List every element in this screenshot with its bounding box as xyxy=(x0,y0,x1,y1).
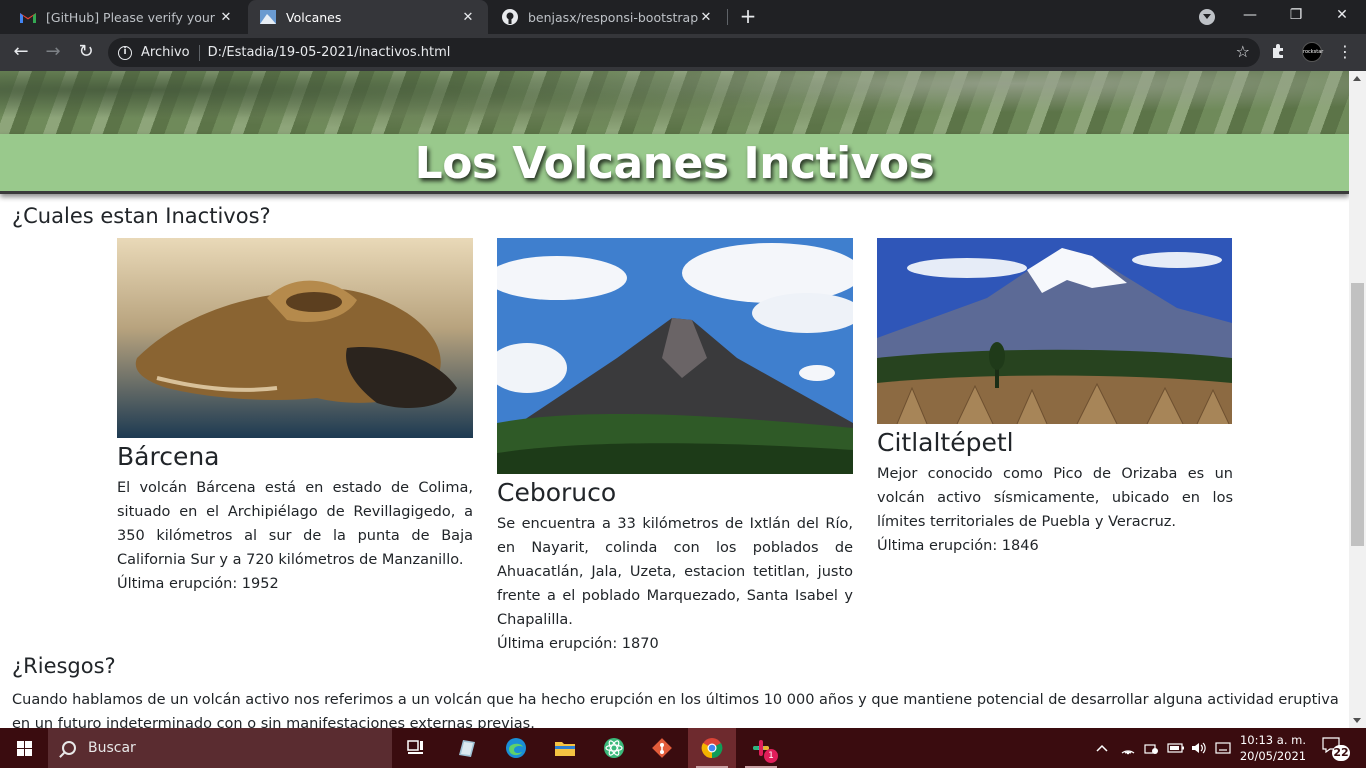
hero-landscape-image xyxy=(0,71,1349,134)
clock-time: 10:13 a. m. xyxy=(1239,733,1306,747)
volcano-favicon-icon xyxy=(260,9,276,25)
minimize-button[interactable]: — xyxy=(1227,0,1273,30)
search-icon xyxy=(62,741,76,755)
address-bar[interactable]: i Archivo D:/Estadia/19-05-2021/inactivo… xyxy=(108,38,1260,67)
reload-button[interactable]: ↻ xyxy=(73,40,99,66)
volcano-card: Ceboruco Se encuentra a 33 kilómetros de… xyxy=(497,238,853,656)
volume-icon[interactable] xyxy=(1190,728,1208,768)
browser-menu-icon[interactable]: ⋮ xyxy=(1337,42,1353,62)
volcano-description: Mejor conocido como Pico de Orizaba es u… xyxy=(877,466,1233,530)
page-viewport: Los Volcanes Inctivos ¿Cuales estan Inac… xyxy=(0,71,1349,728)
taskbar-app-edge[interactable] xyxy=(492,728,540,768)
scroll-up-arrow-icon[interactable] xyxy=(1353,76,1361,81)
barcena-image xyxy=(117,238,473,438)
taskbar-app-explorer[interactable] xyxy=(541,728,589,768)
scroll-down-arrow-icon[interactable] xyxy=(1353,718,1361,723)
citlaltepetl-image xyxy=(877,238,1233,424)
task-view-icon xyxy=(407,740,423,754)
notification-count-badge: 22 xyxy=(1332,745,1350,761)
close-window-button[interactable]: ✕ xyxy=(1319,0,1365,30)
forward-button[interactable]: → xyxy=(40,40,66,66)
tray-overflow-chevron[interactable] xyxy=(1095,728,1109,768)
battery-icon[interactable] xyxy=(1167,728,1185,768)
tab-title: [GitHub] Please verify your device xyxy=(46,9,218,25)
tab-github[interactable]: benjasx/responsi-bootstrap ✕ xyxy=(490,0,726,34)
scroll-thumb[interactable] xyxy=(1351,283,1364,546)
new-tab-button[interactable]: + xyxy=(737,5,759,29)
file-chip[interactable]: Archivo xyxy=(141,45,190,60)
clock-date: 20/05/2021 xyxy=(1239,749,1307,763)
task-view-button[interactable] xyxy=(392,728,440,768)
tab-search-icon[interactable] xyxy=(1199,9,1215,25)
tab-title: benjasx/responsi-bootstrap xyxy=(528,9,698,25)
url-text[interactable]: D:/Estadia/19-05-2021/inactivos.html xyxy=(208,45,451,60)
notes-app-icon xyxy=(459,740,475,757)
close-tab-icon[interactable]: ✕ xyxy=(218,10,234,25)
section-risks-heading: ¿Riesgos? xyxy=(12,654,116,678)
tab-title: Volcanes xyxy=(286,9,342,25)
taskbar-app-notes[interactable] xyxy=(442,728,490,768)
ime-icon[interactable] xyxy=(1215,728,1231,768)
folder-icon xyxy=(555,742,575,756)
restore-button[interactable]: ❐ xyxy=(1273,0,1319,30)
tab-separator xyxy=(727,9,728,25)
browser-toolbar: ← → ↻ i Archivo D:/Estadia/19-05-2021/in… xyxy=(0,34,1366,71)
bookmark-star-icon[interactable]: ☆ xyxy=(1236,42,1250,61)
extensions-icon[interactable] xyxy=(1270,43,1288,61)
gmail-icon xyxy=(20,9,36,25)
last-eruption: Última erupción: 1846 xyxy=(877,538,1039,554)
last-eruption: Última erupción: 1952 xyxy=(117,576,279,592)
taskbar-app-gitkraken[interactable] xyxy=(638,728,686,768)
back-button[interactable]: ← xyxy=(8,40,34,66)
windows-taskbar: Buscar 1 10:13 a. m. 20/05/2021 22 xyxy=(0,728,1366,768)
ceboruco-image xyxy=(497,238,853,474)
close-tab-icon[interactable]: ✕ xyxy=(698,10,714,25)
edge-icon xyxy=(506,738,526,758)
section-inactive-heading: ¿Cuales estan Inactivos? xyxy=(12,204,271,228)
volcano-description: Se encuentra a 33 kilómetros de Ixtlán d… xyxy=(497,516,853,628)
tab-gmail[interactable]: [GitHub] Please verify your device ✕ xyxy=(8,0,246,34)
profile-avatar[interactable]: rockstar xyxy=(1302,42,1323,62)
close-tab-icon[interactable]: ✕ xyxy=(460,10,476,25)
taskbar-app-slack[interactable]: 1 xyxy=(737,728,785,768)
volcano-name: Bárcena xyxy=(117,442,220,471)
notification-center-button[interactable]: 22 xyxy=(1322,737,1350,761)
title-banner: Los Volcanes Inctivos xyxy=(0,134,1349,194)
vpn-icon[interactable] xyxy=(1143,728,1159,768)
page-title: Los Volcanes Inctivos xyxy=(414,138,935,189)
windows-logo-icon xyxy=(16,740,32,756)
taskbar-app-atom[interactable] xyxy=(590,728,638,768)
last-eruption: Última erupción: 1870 xyxy=(497,636,659,652)
search-placeholder: Buscar xyxy=(88,740,136,756)
volcano-name: Ceboruco xyxy=(497,478,617,507)
volcano-name: Citlaltépetl xyxy=(877,428,1014,457)
atom-icon xyxy=(604,738,624,758)
wifi-icon[interactable] xyxy=(1120,728,1136,768)
taskbar-search-box[interactable]: Buscar xyxy=(48,728,392,768)
tab-volcanes[interactable]: Volcanes ✕ xyxy=(248,0,488,34)
taskbar-app-chrome[interactable] xyxy=(688,728,736,768)
slack-badge: 1 xyxy=(764,749,778,763)
address-separator xyxy=(198,44,200,61)
risks-paragraph: Cuando hablamos de un volcán activo nos … xyxy=(12,692,1339,728)
volcano-card: Citlaltépetl Mejor conocido como Pico de… xyxy=(877,238,1233,558)
git-icon xyxy=(652,738,672,758)
github-icon xyxy=(502,9,518,25)
volcano-description: El volcán Bárcena está en estado de Coli… xyxy=(117,480,473,568)
page-scrollbar[interactable] xyxy=(1349,71,1366,728)
info-icon[interactable]: i xyxy=(118,45,132,60)
start-button[interactable] xyxy=(0,728,48,768)
chevron-up-icon xyxy=(1096,744,1108,752)
tab-strip: [GitHub] Please verify your device ✕ Vol… xyxy=(0,0,1366,34)
system-clock[interactable]: 10:13 a. m. 20/05/2021 xyxy=(1238,732,1308,764)
volcano-card: Bárcena El volcán Bárcena está en estado… xyxy=(117,238,473,596)
chrome-icon xyxy=(701,738,723,759)
